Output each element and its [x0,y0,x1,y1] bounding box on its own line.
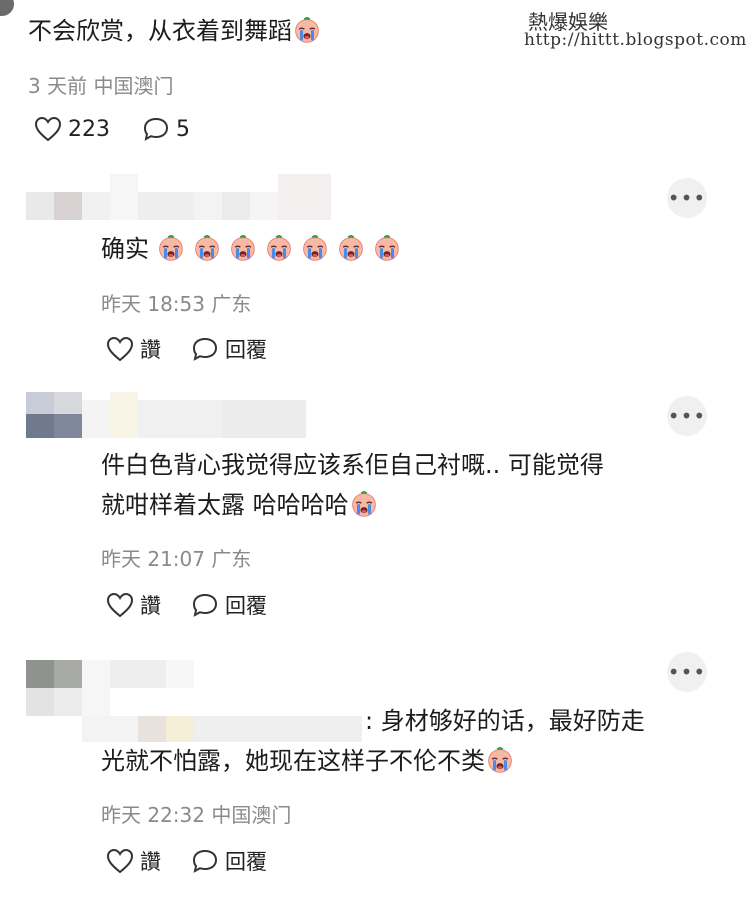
reply-label: 回覆 [225,850,267,874]
more-options-button[interactable]: ••• [667,178,707,218]
heart-outline-icon [106,848,134,874]
reply-text-line-2: 光就不怕露，她现在这样子不伦不类 [101,744,514,778]
reply-count-button[interactable]: 5 [142,116,190,142]
like-button[interactable]: 讚 [106,846,161,876]
reply-count: 5 [176,116,190,142]
speech-bubble-icon [192,593,218,617]
pixelated-username [26,660,362,744]
pixelated-username [26,392,306,442]
reply-text-line-1: : 身材够好的话，最好防走 [365,707,645,735]
more-dots-icon: ••• [667,186,707,210]
more-options-button[interactable]: ••• [667,396,707,436]
crying-face-emoji-icon [265,234,293,262]
reply-button[interactable]: 回覆 [191,846,267,876]
crying-face-emoji-icon [373,234,401,262]
crying-face-emoji-icon [301,234,329,262]
crying-face-emoji-icon [157,234,185,262]
heart-outline-icon [106,592,134,618]
top-comment-meta: 3 天前 中国澳门 [28,74,174,98]
speech-bubble-icon [192,849,218,873]
crying-face-emoji-icon [229,234,257,262]
reply-text-line-2: 就咁样着太露 哈哈哈哈 [101,488,378,522]
avatar-partial [0,0,14,16]
top-comment-text: 不会欣赏，从衣着到舞蹈 [28,14,321,48]
like-label: 讚 [140,594,161,618]
reply-meta: 昨天 18:53 广东 [101,292,252,316]
reply-text: 确实 [101,232,401,266]
more-dots-icon: ••• [667,660,707,684]
crying-face-emoji-icon [337,234,365,262]
crying-face-emoji-icon [350,490,378,518]
crying-face-emoji-icon [486,746,514,774]
reply-meta: 昨天 22:32 中国澳门 [101,803,292,827]
speech-bubble-icon [143,117,169,141]
like-button[interactable]: 讚 [106,590,161,620]
pixelated-username [26,174,331,224]
like-count: 223 [68,116,110,142]
like-button[interactable]: 讚 [106,334,161,364]
speech-bubble-icon [192,337,218,361]
emoji-row [149,235,401,263]
like-button[interactable]: 223 [34,116,110,142]
like-label: 讚 [140,338,161,362]
more-options-button[interactable]: ••• [667,652,707,692]
reply-label: 回覆 [225,338,267,362]
reply-button[interactable]: 回覆 [191,334,267,364]
reply-text-line-1: 件白色背心我觉得应该系佢自己衬嘅.. 可能觉得 [101,451,604,479]
reply-label: 回覆 [225,594,267,618]
crying-face-emoji-icon [293,16,321,44]
more-dots-icon: ••• [667,404,707,428]
heart-outline-icon [34,116,62,142]
crying-face-emoji-icon [193,234,221,262]
reply-meta: 昨天 21:07 广东 [101,547,252,571]
heart-outline-icon [106,336,134,362]
watermark-url: http://hittt.blogspot.com [524,30,747,50]
reply-button[interactable]: 回覆 [191,590,267,620]
like-label: 讚 [140,850,161,874]
